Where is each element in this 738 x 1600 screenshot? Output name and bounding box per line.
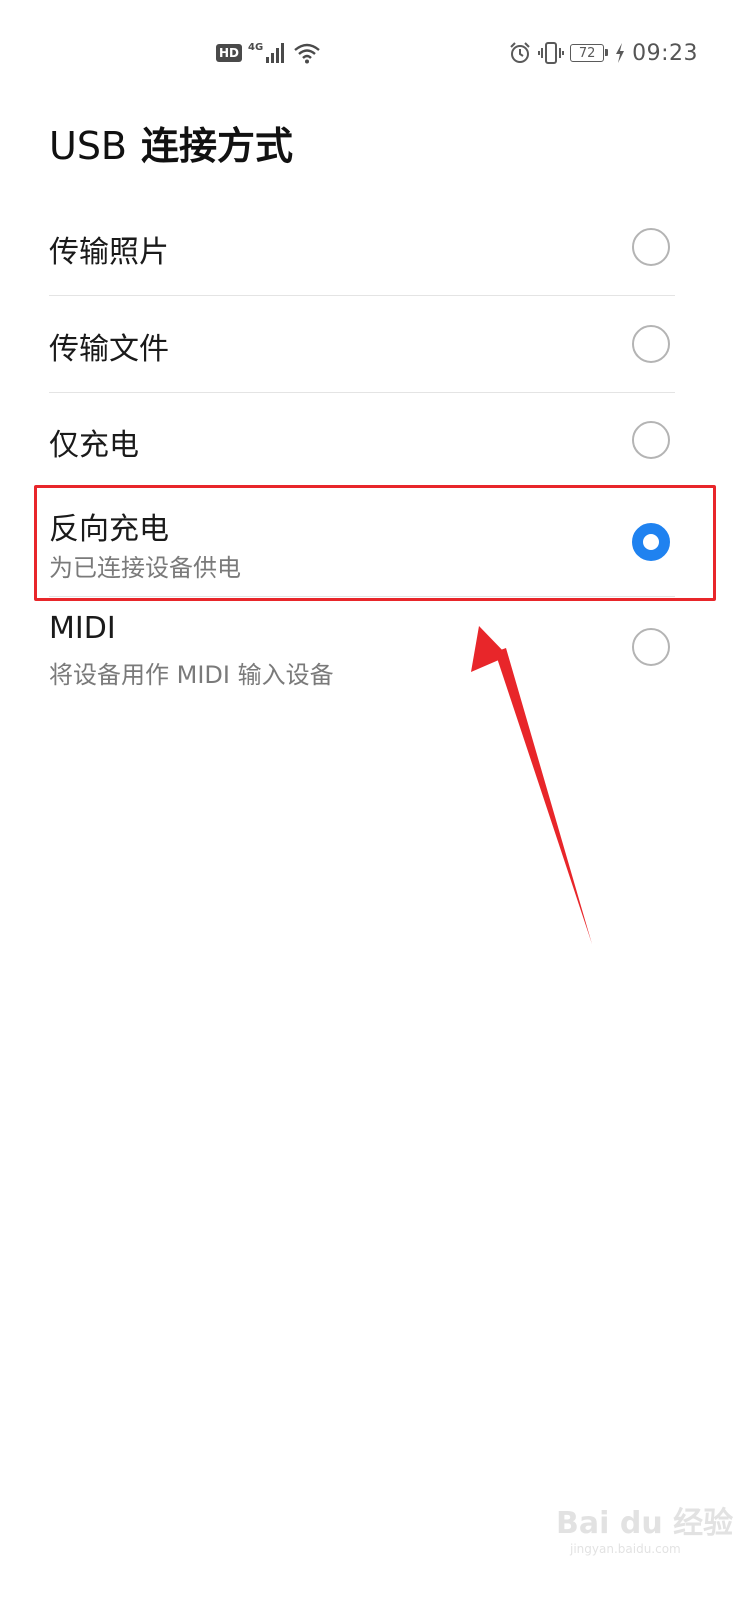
option-label: 传输文件 bbox=[49, 332, 169, 367]
page-title-prefix: USB bbox=[49, 124, 128, 168]
vibrate-icon bbox=[538, 42, 565, 64]
network-type-label: 4G bbox=[248, 41, 264, 53]
radio-button[interactable] bbox=[632, 421, 670, 459]
page-title-main: 连接方式 bbox=[141, 124, 294, 168]
highlight-box bbox=[34, 485, 716, 601]
watermark-sub: jingyan.baidu.com bbox=[570, 1542, 681, 1556]
wifi-icon bbox=[294, 43, 320, 64]
status-bar-left: HD 4G bbox=[216, 38, 321, 68]
option-label: MIDI bbox=[49, 611, 116, 646]
signal-icon bbox=[266, 43, 285, 63]
option-label: 传输照片 bbox=[49, 235, 169, 270]
watermark-main: Bai du 经验 bbox=[556, 1506, 734, 1541]
option-sublabel: 将设备用作 MIDI 输入设备 bbox=[49, 661, 334, 689]
option-label: 仅充电 bbox=[49, 428, 139, 463]
radio-button[interactable] bbox=[632, 228, 670, 266]
battery-level: 72 bbox=[578, 45, 596, 61]
option-transfer-photos[interactable]: 传输照片 bbox=[49, 200, 675, 295]
baidu-watermark: Bai du 经验 jingyan.baidu.com bbox=[556, 1490, 733, 1570]
option-charge-only[interactable]: 仅充电 bbox=[49, 393, 675, 485]
radio-button[interactable] bbox=[632, 325, 670, 363]
page-title: USB 连接方式 bbox=[49, 118, 293, 174]
option-transfer-files[interactable]: 传输文件 bbox=[49, 296, 675, 392]
status-bar: HD 4G 72 09:23 bbox=[0, 0, 738, 100]
alarm-icon bbox=[510, 42, 530, 63]
status-time: 09:23 bbox=[632, 40, 698, 66]
hd-icon: HD bbox=[216, 44, 243, 62]
battery-icon: 72 bbox=[570, 44, 609, 62]
status-bar-right: 72 09:23 bbox=[508, 38, 698, 68]
radio-button[interactable] bbox=[632, 628, 670, 666]
charging-icon bbox=[616, 43, 625, 63]
option-midi[interactable]: MIDI 将设备用作 MIDI 输入设备 bbox=[49, 597, 675, 697]
